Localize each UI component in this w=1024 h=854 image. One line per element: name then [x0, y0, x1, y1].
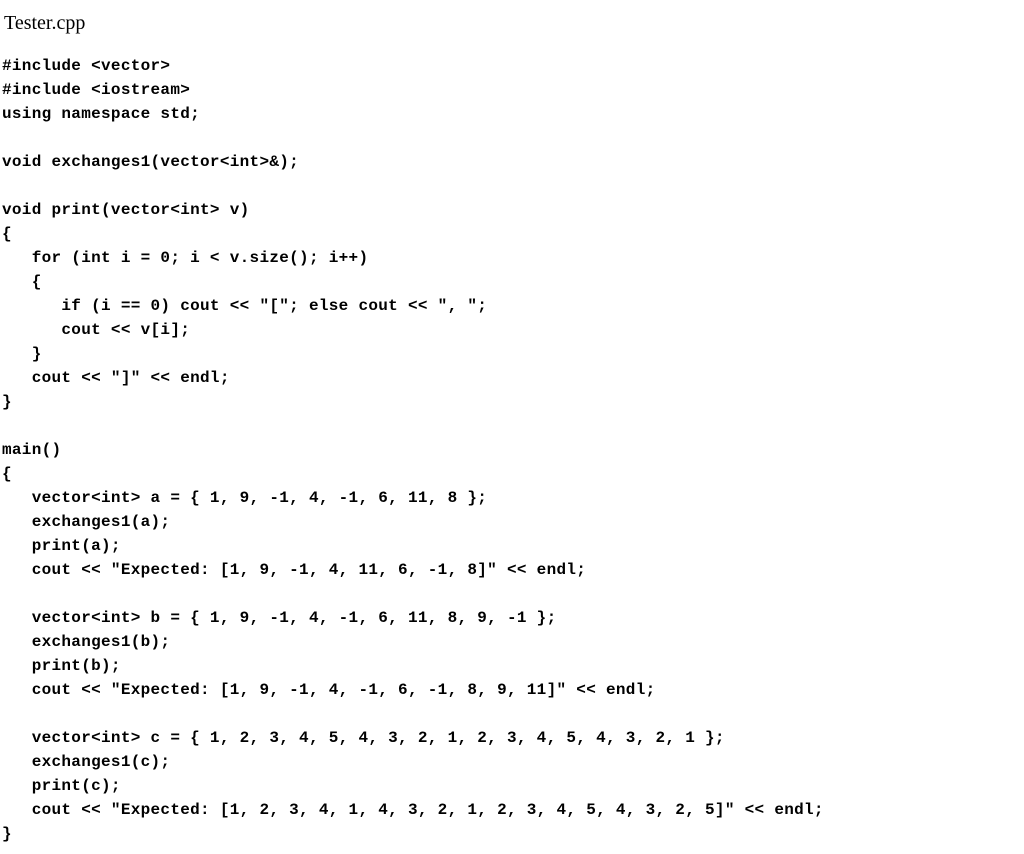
- file-title: Tester.cpp: [2, 8, 1024, 38]
- code-content: #include <vector> #include <iostream> us…: [2, 54, 1024, 846]
